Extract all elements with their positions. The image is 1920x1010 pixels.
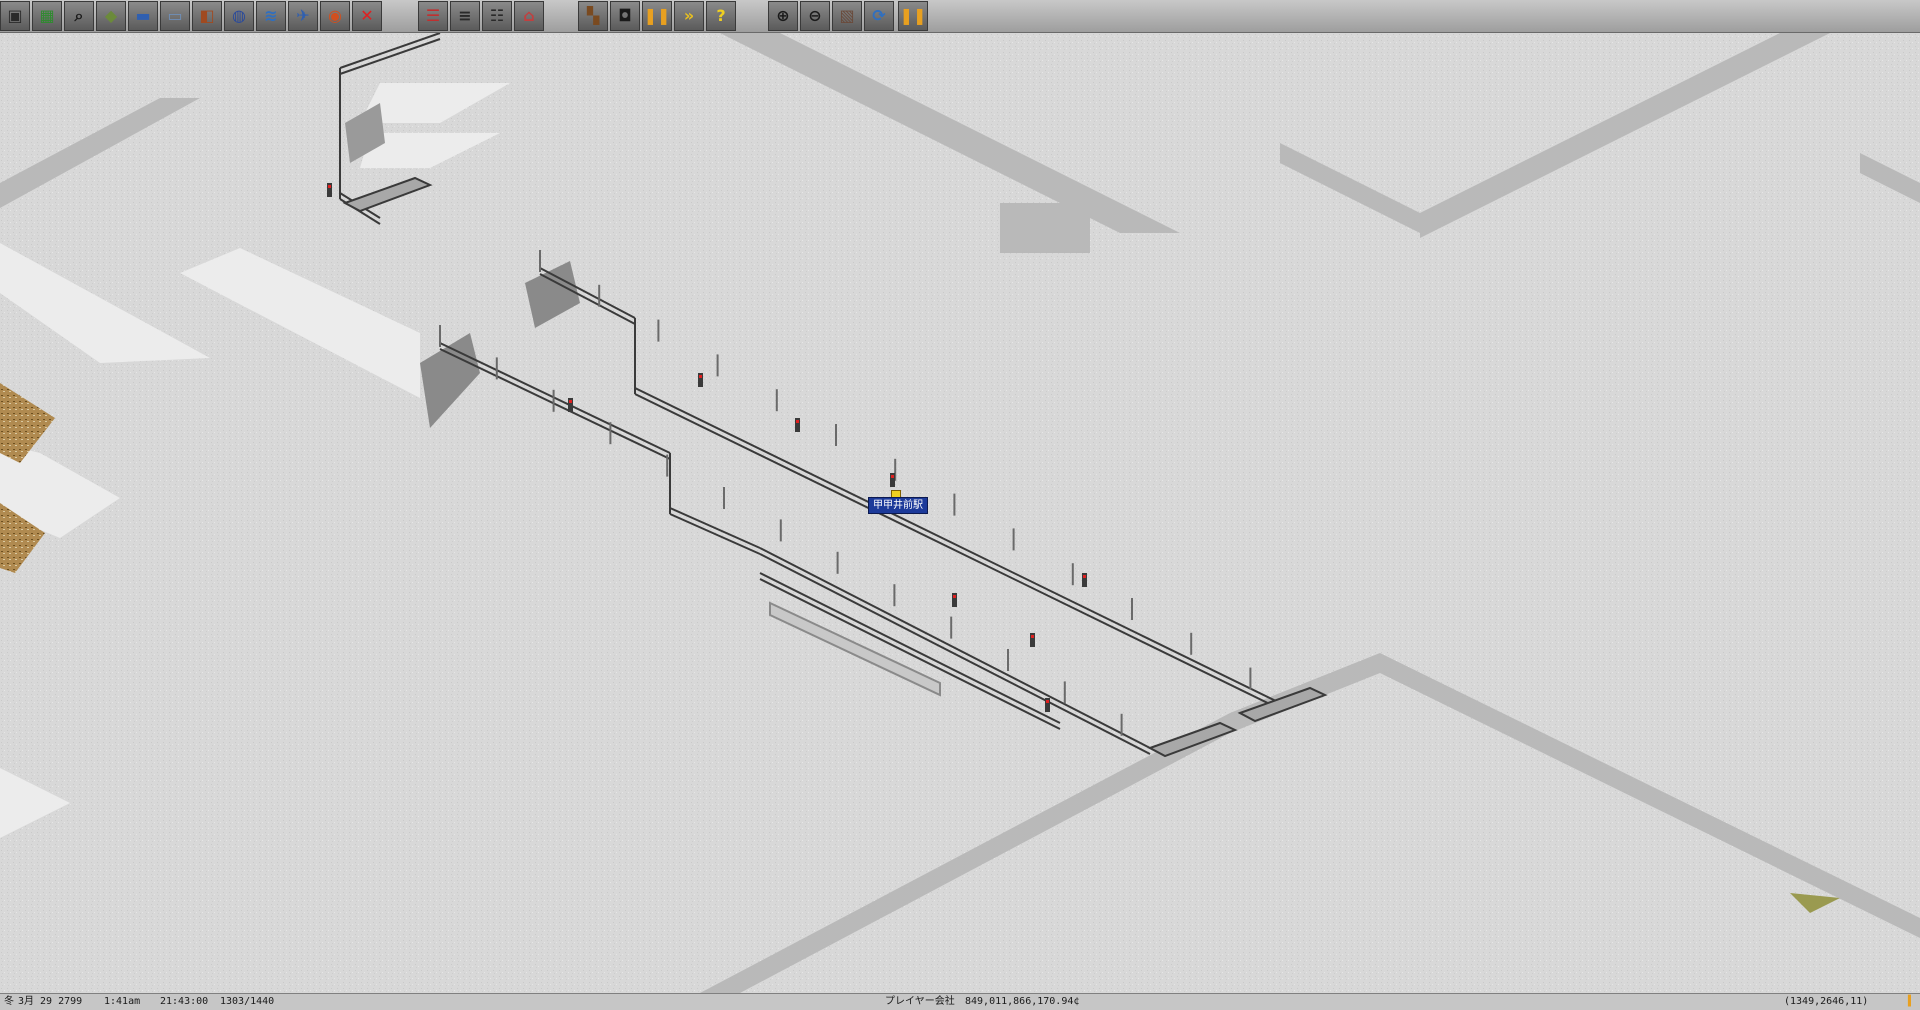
road-tools-icon[interactable]: ◍ bbox=[224, 1, 254, 31]
signal-lamp bbox=[953, 595, 956, 598]
remove-tool-icon[interactable]: ✕ bbox=[352, 1, 382, 31]
signal-lamp bbox=[1031, 635, 1034, 638]
factory-list-icon[interactable]: ⌂ bbox=[514, 1, 544, 31]
signal-lamp bbox=[1046, 700, 1049, 703]
pause-game-icon[interactable]: ❚❚ bbox=[898, 1, 928, 31]
save-icon[interactable]: ▣ bbox=[0, 1, 30, 31]
help-icon[interactable]: ? bbox=[706, 1, 736, 31]
finances-icon[interactable]: ☷ bbox=[482, 1, 512, 31]
minimap-icon[interactable]: ▦ bbox=[32, 1, 62, 31]
main-toolbar: ▣ ▦ ⌕ ◆ ▬ ▭ ◧ ◍ ≋ ✈ ◉ ✕ ☰ ≡ ☷ ⌂ ▚ ◘ ❚❚»? ⊕ ⊖ ▧ ⟳ ❚❚ bbox=[0, 0, 1920, 33]
game-date: 3月 29 2799 bbox=[18, 996, 83, 1007]
special-tools-icon[interactable]: ◉ bbox=[320, 1, 350, 31]
vehicle-list-icon[interactable]: ≡ bbox=[450, 1, 480, 31]
zoom-in-icon[interactable]: ⊕ bbox=[768, 1, 798, 31]
rotate-view-icon[interactable]: ⟳ bbox=[864, 1, 894, 31]
signal-lamp bbox=[1083, 575, 1086, 578]
company-money: 849,011,866,170.94¢ bbox=[965, 996, 1080, 1007]
step-counter: 1303/1440 bbox=[220, 996, 275, 1007]
monorail-tools-icon[interactable]: ▭ bbox=[160, 1, 190, 31]
depot-icon[interactable]: ▚ bbox=[578, 1, 608, 31]
game-time: 1:41am bbox=[104, 996, 141, 1007]
air-tools-icon[interactable]: ✈ bbox=[288, 1, 318, 31]
game-world-view[interactable] bbox=[0, 33, 1920, 993]
zoom-out-icon[interactable]: ⊖ bbox=[800, 1, 830, 31]
pause-icon[interactable]: ❚❚ bbox=[642, 1, 672, 31]
inspect-icon[interactable]: ⌕ bbox=[64, 1, 94, 31]
screenshot-icon[interactable]: ◘ bbox=[610, 1, 640, 31]
ship-tools-icon[interactable]: ≋ bbox=[256, 1, 286, 31]
terraform-icon[interactable]: ◆ bbox=[96, 1, 126, 31]
signal-lamp bbox=[328, 185, 331, 188]
status-bar: 冬 3月 29 2799 1:41am 21:43:00 1303/1440 プ… bbox=[0, 993, 1920, 1010]
warning-icon: ▌ bbox=[1908, 996, 1915, 1007]
fast-forward-icon[interactable]: » bbox=[674, 1, 704, 31]
rail-tools-icon[interactable]: ▬ bbox=[128, 1, 158, 31]
signal-lamp bbox=[796, 420, 799, 423]
company-name: プレイヤー会社 bbox=[885, 996, 955, 1007]
tram-tools-icon[interactable]: ◧ bbox=[192, 1, 222, 31]
line-management-icon[interactable]: ☰ bbox=[418, 1, 448, 31]
signal-lamp bbox=[699, 375, 702, 378]
signal-lamp bbox=[569, 400, 572, 403]
cursor-coordinates: (1349,2646,11) bbox=[1784, 996, 1869, 1007]
grid-toggle-icon[interactable]: ▧ bbox=[832, 1, 862, 31]
season-indicator: 冬 bbox=[4, 996, 14, 1007]
station-name-label[interactable]: 甲甲井前駅 bbox=[868, 497, 928, 514]
tick-clock: 21:43:00 bbox=[160, 996, 209, 1007]
signal-lamp bbox=[891, 475, 894, 478]
snow-terrain bbox=[0, 33, 1920, 993]
